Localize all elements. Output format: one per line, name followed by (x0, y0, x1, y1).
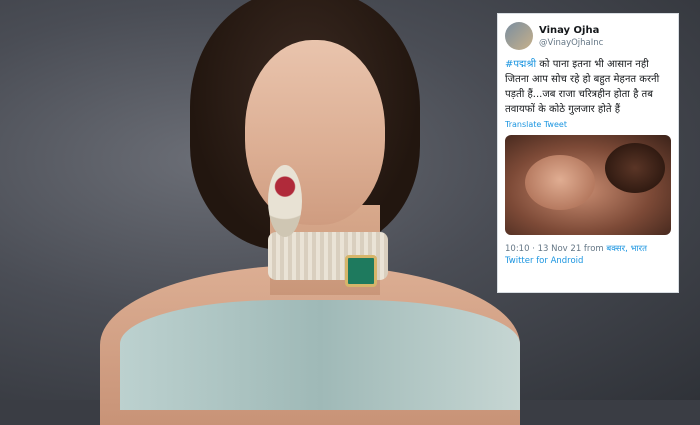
emerald-pendant (345, 255, 377, 287)
tweet-text: #पद्मश्री को पाना इतना भी आसान नही जितना… (505, 57, 671, 117)
earring (268, 165, 302, 237)
woman-portrait (40, 0, 520, 425)
tweet-card: Vinay Ojha @VinayOjhaInc #पद्मश्री को पा… (497, 13, 679, 293)
hashtag-link[interactable]: #पद्मश्री (505, 59, 536, 70)
tweet-header: Vinay Ojha @VinayOjhaInc (505, 20, 671, 52)
media-head (605, 143, 665, 193)
tweet-source[interactable]: Twitter for Android (505, 255, 671, 267)
tweet-time[interactable]: 10:10 · 13 Nov 21 from (505, 244, 606, 254)
media-face (525, 155, 595, 210)
avatar[interactable] (505, 22, 533, 50)
author-name[interactable]: Vinay Ojha (539, 24, 603, 37)
tweet-location[interactable]: बक्सर, भारत (606, 244, 647, 254)
translate-tweet-link[interactable]: Translate Tweet (505, 120, 671, 129)
tweet-author: Vinay Ojha @VinayOjhaInc (539, 24, 603, 49)
face (245, 40, 385, 225)
author-handle[interactable]: @VinayOjhaInc (539, 37, 603, 49)
tweet-image[interactable] (505, 135, 671, 235)
tweet-timestamp: 10:10 · 13 Nov 21 from बक्सर, भारत (505, 243, 671, 255)
dress (120, 300, 520, 410)
